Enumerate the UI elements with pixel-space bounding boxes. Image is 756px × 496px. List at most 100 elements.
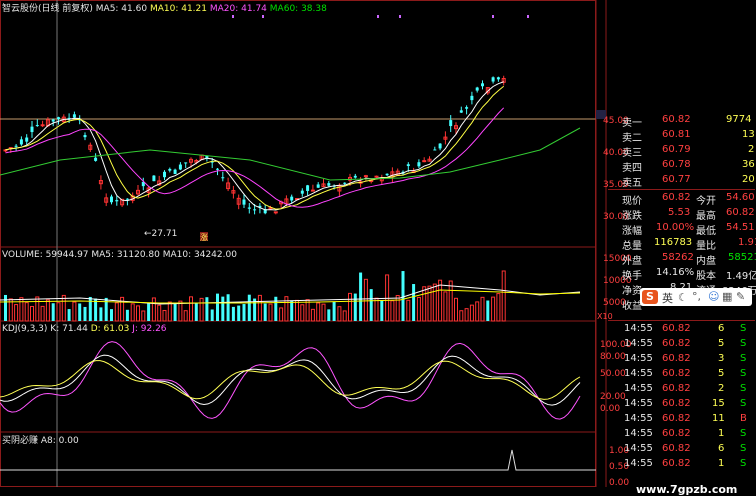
stat-value: 58262 xyxy=(662,252,694,263)
volume-legend: VOLUME: 59944.97 MA5: 31120.80 MA10: 342… xyxy=(2,250,237,260)
candle-body xyxy=(184,162,188,164)
tick-row[interactable]: 14:55 60.82 1 S xyxy=(608,427,755,442)
volume-bar xyxy=(210,309,214,321)
tick-price: 60.82 xyxy=(662,428,691,439)
stat-row-6: 换手 14.16% 股本 1.49亿 xyxy=(608,266,756,282)
tick-time: 14:55 xyxy=(624,443,653,454)
candle-body xyxy=(496,77,500,80)
tick-row[interactable]: 14:55 60.82 11 B xyxy=(608,412,755,427)
tick-side: S xyxy=(740,458,747,469)
volume-bar xyxy=(290,300,294,321)
ime-toolbar[interactable]: S 英 ☾ °, ☺ ▦ ✎ xyxy=(640,288,752,306)
ask-volume: 2 xyxy=(748,144,755,155)
ma10-label: MA10: 41.21 xyxy=(149,4,207,14)
candle-body xyxy=(247,207,251,209)
tick-side: S xyxy=(740,353,747,364)
stat-value: 1.49亿 xyxy=(726,271,756,282)
stat-label: 换手 xyxy=(622,271,642,282)
candle-body xyxy=(163,171,166,178)
ask-row-4[interactable]: 卖四 60.78 36 xyxy=(608,158,755,174)
stat-row-2: 涨跌 5.53 最高 60.82 xyxy=(608,206,755,222)
candle-body xyxy=(374,175,379,178)
emoji-icon[interactable]: ☺ xyxy=(708,290,719,303)
volume-bar xyxy=(4,294,7,321)
candle-body xyxy=(465,107,469,109)
punctuation-icon[interactable]: °, xyxy=(692,290,701,303)
tick-list: 14:55 60.82 6 S 14:55 60.82 5 S 14:55 60.82 3 S 1… xyxy=(608,320,756,487)
ask-row-2[interactable]: 卖二 60.81 13 xyxy=(608,128,755,144)
ask-price: 60.82 xyxy=(662,114,691,125)
tick-row[interactable]: 14:55 60.82 6 S xyxy=(608,442,755,457)
candle-body xyxy=(273,211,278,214)
stat-label: 内盘 xyxy=(696,256,716,267)
candle-body xyxy=(300,190,304,194)
volume-bar xyxy=(412,284,416,321)
keyboard-icon[interactable]: ▦ xyxy=(722,290,732,303)
ime-mode-label[interactable]: 英 xyxy=(662,290,673,306)
candle-body xyxy=(253,209,257,211)
stat-value: 5.53 xyxy=(668,207,691,218)
stat-row-4: 总量 116783量比 1.91 xyxy=(608,236,756,252)
tick-side: S xyxy=(740,338,747,349)
low-price-annotation: ←27.71 xyxy=(144,229,178,239)
ask-volume: 36 xyxy=(742,159,755,170)
candle-body xyxy=(168,168,172,171)
candle-body xyxy=(83,135,87,138)
tick-time: 14:55 xyxy=(624,338,653,349)
stat-label: 股本 xyxy=(696,271,716,282)
stat-row-3: 涨幅 10.00% 最低 54.51 xyxy=(608,221,755,237)
ask-row-5[interactable]: 卖五 60.77 20 xyxy=(608,173,755,189)
tick-row[interactable]: 14:55 60.82 5 S xyxy=(608,367,755,382)
candle-body xyxy=(57,117,60,120)
volume-bar xyxy=(78,303,82,321)
tick-price: 60.82 xyxy=(662,353,691,364)
moon-icon[interactable]: ☾ xyxy=(678,291,688,304)
tick-row[interactable]: 14:55 60.82 15 S xyxy=(608,397,755,412)
candle-body xyxy=(125,198,129,200)
limit-up-marker: 涨 xyxy=(200,233,208,242)
volume-bar xyxy=(221,296,225,321)
stat-label: 涨跌 xyxy=(622,211,642,222)
ask-label: 卖三 xyxy=(622,148,642,159)
candle-body xyxy=(449,120,453,127)
tick-row[interactable]: 14:55 60.82 3 S xyxy=(608,352,755,367)
volume-bar xyxy=(173,303,177,321)
ask-label: 卖四 xyxy=(622,163,642,174)
candle-body xyxy=(438,143,442,149)
ask-row-1[interactable]: 卖一 60.82 9774 xyxy=(608,113,755,129)
sogou-s-icon[interactable]: S xyxy=(642,290,658,304)
volume-bar xyxy=(380,300,384,321)
volume-bar xyxy=(237,305,241,321)
ma60-label: MA60: 38.38 xyxy=(269,4,327,14)
volume-bar xyxy=(263,303,267,321)
ask-row-3[interactable]: 卖三 60.79 2 xyxy=(608,143,755,159)
stat-value: 60.82 xyxy=(726,207,755,218)
volume-bar xyxy=(226,294,230,321)
tick-time: 14:55 xyxy=(624,383,653,394)
tick-row[interactable]: 14:55 60.82 5 S xyxy=(608,337,755,352)
tick-row[interactable]: 14:55 60.82 2 S xyxy=(608,382,755,397)
tick-volume: 6 xyxy=(718,323,725,334)
candle-body xyxy=(417,162,421,167)
volume-bar xyxy=(401,271,405,321)
tick-volume: 1 xyxy=(718,428,725,439)
ask-price: 60.77 xyxy=(662,174,691,185)
tick-price: 60.82 xyxy=(662,368,691,379)
volume-bar xyxy=(83,306,87,321)
ask-volume: 20 xyxy=(742,174,755,185)
tick-time: 14:55 xyxy=(624,398,653,409)
stat-label: 最低 xyxy=(696,226,716,237)
tick-row[interactable]: 14:55 60.82 1 S xyxy=(608,457,755,472)
volume-bar xyxy=(110,309,113,321)
tick-price: 60.82 xyxy=(662,443,691,454)
candle-body xyxy=(173,169,177,175)
tick-price: 60.82 xyxy=(662,323,691,334)
stat-value: 10.00% xyxy=(656,222,695,233)
tick-row[interactable]: 14:55 60.82 6 S xyxy=(608,322,755,337)
volume-bar xyxy=(231,306,235,321)
kdj-legend: KDJ(9,3,3) K: 71.44 D: 61.03 J: 92.26 xyxy=(2,324,167,335)
skin-icon[interactable]: ✎ xyxy=(736,290,745,303)
tick-time: 14:55 xyxy=(624,323,653,334)
stat-label: 今开 xyxy=(696,196,716,207)
candle-body xyxy=(178,164,182,170)
